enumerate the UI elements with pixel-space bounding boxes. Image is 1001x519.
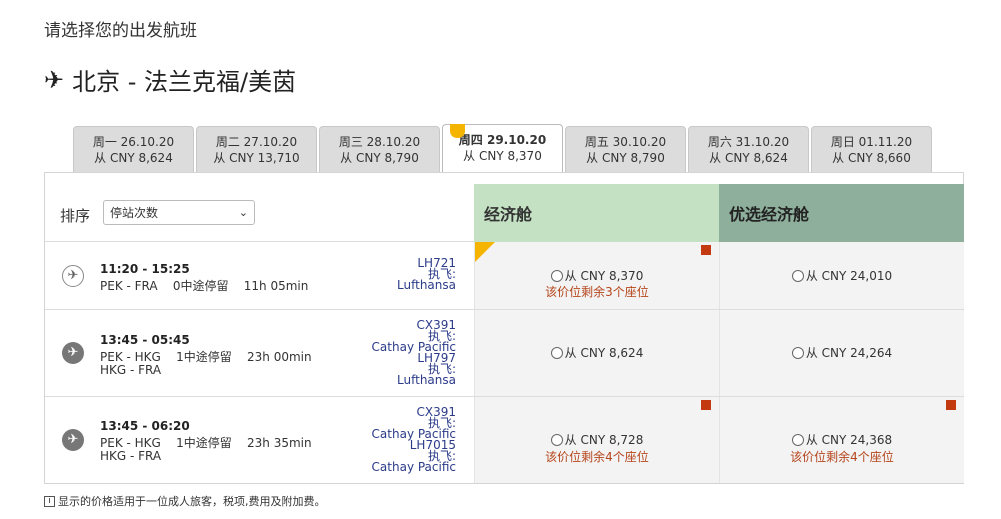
footnote-text: 显示的价格适用于一位成人旅客，税项,费用及附加费。 <box>58 495 326 508</box>
date-tab-sat[interactable]: 周六 31.10.20 从 CNY 8,624 <box>688 126 809 172</box>
tab-price: 从 CNY 8,624 <box>709 151 788 165</box>
lowest-price-flag-icon <box>450 124 465 138</box>
flight-leg: PEK - FRA 0中途停留 11h 05min <box>100 277 308 294</box>
flight-row: ✈ 11:20 - 15:25 PEK - FRA 0中途停留 11h 05mi… <box>45 242 964 310</box>
leg-stops: 0中途停留 <box>172 279 229 293</box>
seats-remaining: 该价位剩余4个座位 <box>790 450 894 464</box>
date-tab-thu-selected[interactable]: 周四 29.10.20 从 CNY 8,370 <box>442 124 563 172</box>
date-tab-wed[interactable]: 周三 28.10.20 从 CNY 8,790 <box>319 126 440 172</box>
fare-price: 从 CNY 24,368 <box>805 433 893 447</box>
seats-remaining: 该价位剩余4个座位 <box>545 450 649 464</box>
leg-stops: 1中途停留 <box>176 436 232 450</box>
date-tab-sun[interactable]: 周日 01.11.20 从 CNY 8,660 <box>811 126 932 172</box>
flight-row: ✈ 13:45 - 05:45 PEK - HKG 1中途停留 23h 00mi… <box>45 310 964 397</box>
tab-price: 从 CNY 8,790 <box>340 151 419 165</box>
leg-duration: 23h 35min <box>247 436 312 450</box>
premium-fare-option[interactable]: 从 CNY 24,264 <box>720 344 964 361</box>
flight-times: 13:45 - 05:45 <box>100 333 190 347</box>
economy-fare-cell: 从 CNY 8,370 该价位剩余3个座位 <box>474 242 719 309</box>
info-icon: i <box>44 495 55 507</box>
sort-label: 排序 <box>60 207 91 225</box>
flight-segment[interactable]: CX391 执飞: Cathay Pacific LH797 执飞: Lufth… <box>356 319 456 387</box>
fare-price: 从 CNY 8,728 <box>564 433 644 447</box>
date-tab-mon[interactable]: 周一 26.10.20 从 CNY 8,624 <box>73 126 194 172</box>
premium-fare-cell: 从 CNY 24,010 <box>719 242 964 309</box>
tab-price: 从 CNY 8,624 <box>94 151 173 165</box>
economy-fare-cell: 从 CNY 8,624 <box>474 310 719 396</box>
radio-button[interactable] <box>791 434 804 446</box>
tab-day: 周六 31.10.20 <box>707 135 790 149</box>
premium-fare-option[interactable]: 从 CNY 24,010 <box>720 267 964 284</box>
radio-button[interactable] <box>791 270 804 282</box>
date-tabs: 周一 26.10.20 从 CNY 8,624 周二 27.10.20 从 CN… <box>73 124 932 172</box>
tab-price: 从 CNY 8,790 <box>586 151 665 165</box>
tab-day: 周三 28.10.20 <box>338 135 421 149</box>
economy-fare-option[interactable]: 从 CNY 8,370 <box>475 267 719 284</box>
tab-day: 周二 27.10.20 <box>215 135 298 149</box>
flight-leg-2: HKG - FRA <box>100 363 162 377</box>
lowest-fare-corner-icon <box>475 242 495 262</box>
economy-column-header: 经济舱 <box>474 184 719 242</box>
sort-selected-value: 停站次数 <box>110 206 159 220</box>
flight-info[interactable]: ✈ 13:45 - 06:20 PEK - HKG 1中途停留 23h 35mi… <box>45 397 474 483</box>
flight-row: ✈ 13:45 - 06:20 PEK - HKG 1中途停留 23h 35mi… <box>45 397 964 483</box>
tab-price: 从 CNY 8,370 <box>463 149 542 163</box>
premium-economy-column-header: 优选经济舱 <box>719 184 964 242</box>
economy-fare-option[interactable]: 从 CNY 8,728 <box>475 431 719 448</box>
carrier-name: Lufthansa <box>397 373 456 387</box>
tab-day: 周五 30.10.20 <box>584 135 667 149</box>
fare-price: 从 CNY 24,010 <box>805 269 893 283</box>
page-subtitle: 请选择您的出发航班 <box>44 21 197 41</box>
economy-fare-cell: 从 CNY 8,728 该价位剩余4个座位 <box>474 397 719 483</box>
flight-info[interactable]: ✈ 13:45 - 05:45 PEK - HKG 1中途停留 23h 00mi… <box>45 310 474 396</box>
flight-times: 11:20 - 15:25 <box>100 262 190 276</box>
carrier-name: Lufthansa <box>397 278 456 292</box>
route-title: ✈ 北京 - 法兰克福/美茵 <box>44 62 296 97</box>
airplane-icon: ✈ <box>44 65 65 94</box>
date-tab-tue[interactable]: 周二 27.10.20 从 CNY 13,710 <box>196 126 317 172</box>
leg-route: PEK - HKG <box>100 436 161 450</box>
cathay-plane-icon: ✈ <box>62 342 84 364</box>
price-footnote: i 显示的价格适用于一位成人旅客，税项,费用及附加费。 <box>44 493 326 509</box>
date-tab-fri[interactable]: 周五 30.10.20 从 CNY 8,790 <box>565 126 686 172</box>
flight-times: 13:45 - 06:20 <box>100 419 190 433</box>
premium-fare-cell: 从 CNY 24,368 该价位剩余4个座位 <box>719 397 964 483</box>
flight-segment[interactable]: CX391 执飞: Cathay Pacific LH7015 执飞: Cath… <box>356 406 456 474</box>
limited-seats-marker-icon <box>946 400 956 410</box>
tab-price: 从 CNY 13,710 <box>213 151 300 165</box>
carrier-name: Cathay Pacific <box>371 460 456 474</box>
radio-button[interactable] <box>550 434 563 446</box>
leg-route: PEK - FRA <box>100 279 158 293</box>
economy-fare-option[interactable]: 从 CNY 8,624 <box>475 344 719 361</box>
leg-stops: 1中途停留 <box>176 350 232 364</box>
fare-price: 从 CNY 24,264 <box>805 346 893 360</box>
leg-route: PEK - HKG <box>100 350 161 364</box>
fare-price: 从 CNY 8,370 <box>564 269 644 283</box>
tab-day: 周日 01.11.20 <box>830 135 913 149</box>
radio-button[interactable] <box>791 347 804 359</box>
route-text: 北京 - 法兰克福/美茵 <box>72 68 297 96</box>
limited-seats-marker-icon <box>701 400 711 410</box>
premium-fare-cell: 从 CNY 24,264 <box>719 310 964 396</box>
seats-remaining: 该价位剩余3个座位 <box>545 285 649 299</box>
tab-price: 从 CNY 8,660 <box>832 151 911 165</box>
tab-day: 周一 26.10.20 <box>92 135 175 149</box>
leg-duration: 23h 00min <box>247 350 312 364</box>
sort-select[interactable]: 停站次数 ⌄ <box>103 200 255 225</box>
fare-price: 从 CNY 8,624 <box>564 346 644 360</box>
chevron-down-icon: ⌄ <box>238 206 248 219</box>
leg-duration: 11h 05min <box>243 279 309 293</box>
flight-segment[interactable]: LH721 执飞: Lufthansa <box>356 257 456 292</box>
limited-seats-marker-icon <box>701 245 711 255</box>
radio-button[interactable] <box>550 347 563 359</box>
lufthansa-crane-icon: ✈ <box>62 265 84 287</box>
radio-button[interactable] <box>550 270 563 282</box>
cathay-plane-icon: ✈ <box>62 429 84 451</box>
premium-fare-option[interactable]: 从 CNY 24,368 <box>720 431 964 448</box>
flight-results: 排序 停站次数 ⌄ 经济舱 优选经济舱 ✈ 11:20 - 15:25 PEK … <box>44 172 964 484</box>
flight-info[interactable]: ✈ 11:20 - 15:25 PEK - FRA 0中途停留 11h 05mi… <box>45 242 474 309</box>
flight-leg-2: HKG - FRA <box>100 449 162 463</box>
results-header: 排序 停站次数 ⌄ <box>45 173 474 242</box>
